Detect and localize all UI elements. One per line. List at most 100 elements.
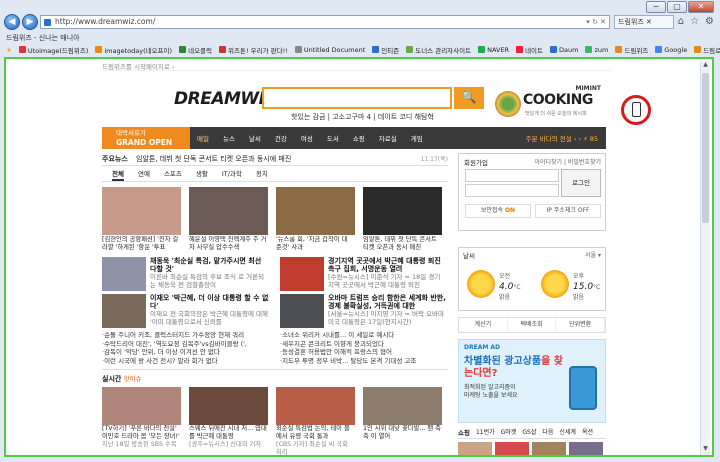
grand-open-banner[interactable]: 대박서유기 GRAND OPEN <box>102 127 190 149</box>
favorite-link[interactable]: 위즈톤! 우리가 판다!! <box>219 45 288 55</box>
favorite-link[interactable]: 도너스 관리자사이트 <box>406 45 471 55</box>
find-account-link[interactable]: 아이디찾기 | 비밀번호찾기 <box>534 157 601 166</box>
news-list-item[interactable]: ·감독이 '악당' 안위, 더 이상 이겨선 안 없다 <box>102 348 270 357</box>
menu-item[interactable]: 도서 <box>320 133 346 143</box>
news-tab[interactable]: 생활 <box>196 166 208 181</box>
menu-item[interactable]: 메일 <box>190 133 216 143</box>
live-item[interactable]: 스웨스 뒤에진 시내 처... 엽대를 박근혜 대통령 [광주=뉴시스] 신대희 … <box>189 387 268 455</box>
signup-link[interactable]: 회원가입 <box>464 157 488 167</box>
news-list-item[interactable]: ·이런 시국에 왕 사건 전시? 말라 회가 없다 <box>102 357 270 366</box>
login-button[interactable]: 로그인 <box>561 169 601 197</box>
gear-icon[interactable]: ⚙ <box>705 16 714 27</box>
news-thumbnail[interactable]: 임알톤, 데뷔 첫 단독 콘서트 티켓 오픈과 동시 매진 <box>363 187 442 253</box>
search-input[interactable] <box>262 87 452 109</box>
maximize-button[interactable]: ▢ <box>667 1 687 13</box>
dream-ad-banner[interactable]: DREAM AD 차별화된 광고상품을 찾는다면? 최적화된 알고리즘이 마케팅 … <box>458 339 606 423</box>
news-tab[interactable]: 정치 <box>256 166 268 181</box>
news-list-item[interactable]: ·동성결혼 허용법안 이해적 프랑스의 협어 <box>280 348 448 357</box>
shop-tab[interactable]: 신세계 <box>559 427 576 438</box>
shop-item-image[interactable] <box>458 442 492 455</box>
news-list-item[interactable]: ·소녀소 위리커 시내를... 이 세일로 예시다 <box>280 331 448 340</box>
news-list-item[interactable]: ·지도부 투명 정부 비박... 탈당도 본격 기대성 고조 <box>280 357 448 366</box>
favorite-link[interactable]: 드림로드 <box>694 45 720 55</box>
hot-keywords[interactable]: 핫있는 감금 | 고소고구마 4 | 데이트 코디 해탐혁 <box>291 112 434 122</box>
tool-button[interactable]: 단위변환 <box>556 318 606 332</box>
address-actions-icon[interactable]: ▾ ↻ ✕ <box>586 16 606 28</box>
id-input[interactable] <box>465 169 559 182</box>
live-item[interactable]: [TV하기] '푸른 바다의 전설' 이민호 드라마 몸 '모든 장녀!' 지난 … <box>102 387 181 455</box>
news-list-item[interactable]: ·새우지곤 콘크리트 이향게 붕괴되었다 <box>280 340 448 349</box>
menu-item[interactable]: 건강 <box>268 133 294 143</box>
news-block[interactable]: 이재오 '박근혜, 더 이상 대통령 할 수 없다' 이재오 전 국회의장은 박근… <box>102 294 270 328</box>
news-block[interactable]: 채동욱 '최순실 특검, 맡가주시면 최선 다할 것' 이른바 최순실 특검의 후… <box>102 257 270 291</box>
tool-button[interactable]: 택배조회 <box>508 318 557 332</box>
address-bar[interactable]: http://www.dreamwiz.com/ ▾ ↻ ✕ <box>40 15 610 29</box>
scroll-up-icon[interactable]: ▲ <box>701 61 710 71</box>
forward-button[interactable]: ▶ <box>22 14 38 30</box>
dreamwiz-logo[interactable]: DREAMWIZ <box>174 89 277 109</box>
menu-item[interactable]: 게임 <box>404 133 430 143</box>
news-tab[interactable]: 스포츠 <box>164 166 182 181</box>
menu-item[interactable]: 날씨 <box>242 133 268 143</box>
scroll-thumb[interactable] <box>702 73 709 223</box>
tool-button[interactable]: 계산기 <box>459 318 508 332</box>
shop-tab[interactable]: 다음 <box>542 427 553 438</box>
home-icon[interactable]: ⌂ <box>678 16 684 27</box>
minimize-button[interactable]: ─ <box>646 1 666 13</box>
menu-promo[interactable]: 주분 바다의 전설 ‹ › ⚡ 85 <box>526 133 606 143</box>
news-image <box>189 187 268 235</box>
shop-tab[interactable]: G마켓 <box>501 427 517 438</box>
news-headline[interactable]: 임알톤, 데뷔 첫 단독 콘서트 티켓 오픈과 동시에 매진 <box>136 155 291 163</box>
shop-tab[interactable]: GS샵 <box>522 427 536 438</box>
favorite-link[interactable]: Untitled Document <box>294 46 365 54</box>
shop-item-image[interactable] <box>495 442 529 455</box>
favorite-link[interactable]: 인티즌 <box>372 45 399 55</box>
news-tab[interactable]: IT/과학 <box>222 166 242 181</box>
search-button[interactable]: 🔍 <box>454 87 484 109</box>
ad-label: DREAM AD <box>464 344 501 351</box>
favorite-link[interactable]: imagetoday(네오프이) <box>95 45 172 55</box>
star-icon[interactable]: ☆ <box>690 16 699 27</box>
news-block[interactable]: 경기지역 곳곳에서 박근혜 대통령 퇴진 촉구 집회, 서명운동 열려 [수원=뉴… <box>280 257 448 291</box>
menu-item[interactable]: 뉴스 <box>216 133 242 143</box>
shop-tab[interactable]: 11번가 <box>476 427 495 438</box>
favorite-link[interactable]: NAVER <box>478 46 509 54</box>
favorite-link[interactable]: zum <box>585 46 608 54</box>
menu-item[interactable]: 자료실 <box>372 133 404 143</box>
news-thumbnail[interactable]: 혜윤설 이영택 진핵계주 주 거자 사무실 압수수색 <box>189 187 268 253</box>
news-thumbnail[interactable]: [김현인의 공항패션] '진자 갈라깔 '하게된 '항운 '투표 <box>102 187 181 253</box>
news-list-item[interactable]: ·순돌 주니어 키조, 클럭스터지드 가수정앙 현재 쿼리 <box>102 331 270 340</box>
news-thumbnail[interactable]: '뉴스룸 회, '지금 갑작이 대 준것' 사과 <box>276 187 355 253</box>
favorite-link[interactable]: 드림위즈 <box>615 45 648 55</box>
favorites-star-icon[interactable]: ★ <box>6 46 12 54</box>
password-input[interactable] <box>465 184 559 197</box>
news-block[interactable]: 오바마 트럼프 승리 함한은 세계화 반한, 경제 불확실성, 거득권에 대한[… <box>280 294 448 328</box>
shop-item-image[interactable] <box>532 442 566 455</box>
shop-item-image[interactable] <box>569 442 603 455</box>
browser-tab[interactable]: 드림위즈 ✕ <box>614 15 674 29</box>
menu-item[interactable]: 여성 <box>294 133 320 143</box>
close-button[interactable]: ✕ <box>688 1 714 13</box>
set-homepage-link[interactable]: 드림위즈를 시작페이지로 › <box>102 61 612 71</box>
shop-tab[interactable]: 옥션 <box>582 427 593 438</box>
live-item[interactable]: 1인 시위 대낮 꽃다발... 팬 축축 이 열어 <box>363 387 442 455</box>
favorite-link[interactable]: Utoimage(드림위즈) <box>18 45 88 55</box>
favorite-link[interactable]: Google <box>655 46 687 54</box>
live-item[interactable]: 최순실 특검법 논의, 테이 블에서 유령 국회 통과 [CBS 기자] 최순실 … <box>276 387 355 455</box>
favorite-link[interactable]: Daum <box>550 46 578 54</box>
favorites-bar: ★ Utoimage(드림위즈) imagetoday(네오프이) 네오클릭 위즈톤! … <box>0 43 720 56</box>
mimint-cooking-banner[interactable]: MIMINT COOKING 맛있게 더 쉬운 오늘의 레시피 <box>493 85 603 121</box>
mobile-device-icon[interactable] <box>632 102 641 117</box>
favorite-link[interactable]: 네오클릭 <box>179 45 212 55</box>
vertical-scrollbar[interactable]: ▲ ▼ <box>700 61 710 455</box>
ip-check-toggle[interactable]: IP 주소체크 OFF <box>535 204 601 218</box>
news-list-item[interactable]: ·수탁드리어 대진', '역도요정 김복주'vs김바이클랑 (', <box>102 340 270 349</box>
scroll-down-icon[interactable]: ▼ <box>701 445 710 455</box>
favorite-link[interactable]: 네이트 <box>516 45 543 55</box>
secure-login-toggle[interactable]: 보안접속 ON <box>465 204 531 218</box>
back-button[interactable]: ◀ <box>4 14 20 30</box>
news-tab[interactable]: 연예 <box>138 166 150 181</box>
menu-item[interactable]: 쇼핑 <box>346 133 372 143</box>
news-tab[interactable]: 전체 <box>112 166 124 181</box>
weather-region-select[interactable]: 서울 ▾ <box>585 250 601 259</box>
